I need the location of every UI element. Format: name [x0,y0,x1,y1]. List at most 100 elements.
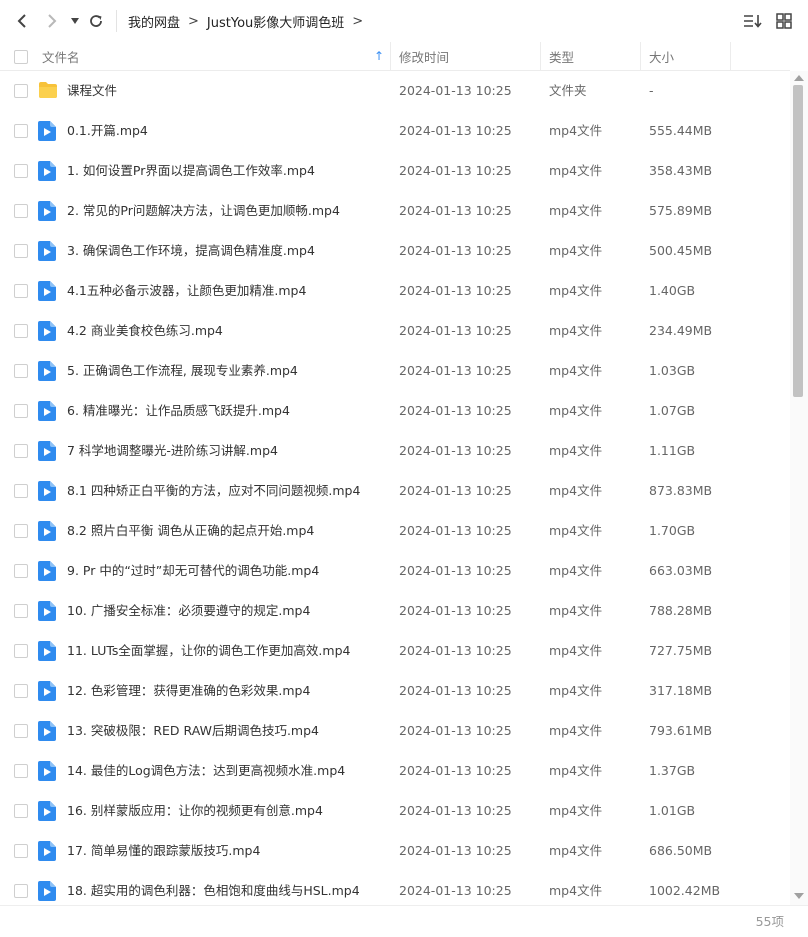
table-row[interactable]: 13. 突破极限：RED RAW后期调色技巧.mp4 2024-01-13 10:… [0,711,790,751]
row-checkbox[interactable] [14,284,28,298]
table-row[interactable]: 14. 最佳的Log调色方法：达到更高视频水准.mp4 2024-01-13 10… [0,751,790,791]
file-type: mp4文件 [549,163,603,178]
sort-view-button[interactable] [742,11,764,31]
table-row[interactable]: 4.1五种必备示波器，让颜色更加精准.mp4 2024-01-13 10:25 mp… [0,271,790,311]
row-checkbox[interactable] [14,364,28,378]
file-name[interactable]: 3. 确保调色工作环境，提高调色精准度.mp4 [67,231,315,271]
forward-button[interactable] [42,10,62,32]
table-row[interactable]: 6. 精准曝光：让作品质感飞跃提升.mp4 2024-01-13 10:25 mp4… [0,391,790,431]
column-name[interactable]: 文件名 ↑ [0,42,391,71]
grid-icon [776,13,792,29]
table-row[interactable]: 11. LUTs全面掌握，让你的调色工作更加高效.mp4 2024-01-13 1… [0,631,790,671]
file-name[interactable]: 2. 常见的Pr问题解决方法，让调色更加顺畅.mp4 [67,191,340,231]
file-name[interactable]: 4.1五种必备示波器，让颜色更加精准.mp4 [67,271,306,311]
table-row[interactable]: 8.1 四种矫正白平衡的方法，应对不同问题视频.mp4 2024-01-13 10… [0,471,790,511]
file-name[interactable]: 16. 别样蒙版应用：让你的视频更有创意.mp4 [67,791,323,831]
row-checkbox[interactable] [14,444,28,458]
table-row[interactable]: 18. 超实用的调色利器：色相饱和度曲线与HSL.mp4 2024-01-13 1… [0,871,790,905]
table-row[interactable]: 3. 确保调色工作环境，提高调色精准度.mp4 2024-01-13 10:25 m… [0,231,790,271]
scrollbar-thumb[interactable] [793,85,803,397]
file-size: 1.01GB [649,803,696,818]
row-checkbox[interactable] [14,524,28,538]
modified-time: 2024-01-13 10:25 [399,123,512,138]
scroll-down-arrow-icon[interactable] [794,893,804,899]
table-row[interactable]: 16. 别样蒙版应用：让你的视频更有创意.mp4 2024-01-13 10:25… [0,791,790,831]
row-checkbox[interactable] [14,684,28,698]
file-name[interactable]: 14. 最佳的Log调色方法：达到更高视频水准.mp4 [67,751,345,791]
breadcrumb-item-root[interactable]: 我的网盘 [128,12,180,31]
file-name[interactable]: 8.2 照片白平衡 调色从正确的起点开始.mp4 [67,511,314,551]
row-checkbox[interactable] [14,884,28,898]
file-name[interactable]: 9. Pr 中的“过时”却无可替代的调色功能.mp4 [67,551,319,591]
row-checkbox[interactable] [14,764,28,778]
video-file-icon [38,841,56,861]
file-size: 873.83MB [649,483,713,498]
file-name[interactable]: 18. 超实用的调色利器：色相饱和度曲线与HSL.mp4 [67,871,360,905]
file-name[interactable]: 10. 广播安全标准：必须要遵守的规定.mp4 [67,591,310,631]
table-row[interactable]: 7 科学地调整曝光-进阶练习讲解.mp4 2024-01-13 10:25 mp4文… [0,431,790,471]
file-size: 1.11GB [649,443,696,458]
table-row[interactable]: 8.2 照片白平衡 调色从正确的起点开始.mp4 2024-01-13 10:25… [0,511,790,551]
file-size: 358.43MB [649,163,713,178]
row-checkbox[interactable] [14,564,28,578]
row-checkbox[interactable] [14,324,28,338]
row-checkbox[interactable] [14,404,28,418]
file-name[interactable]: 1. 如何设置Pr界面以提高调色工作效率.mp4 [67,151,315,191]
vertical-scrollbar[interactable] [790,71,808,905]
file-type: mp4文件 [549,803,603,818]
column-type[interactable]: 类型 [541,42,641,71]
row-checkbox[interactable] [14,124,28,138]
column-modified-time[interactable]: 修改时间 [391,42,541,71]
table-row[interactable]: 1. 如何设置Pr界面以提高调色工作效率.mp4 2024-01-13 10:25… [0,151,790,191]
table-row[interactable]: 5. 正确调色工作流程, 展现专业素养.mp4 2024-01-13 10:25 m… [0,351,790,391]
breadcrumb-separator-icon: > [188,13,199,29]
table-row[interactable]: 12. 色彩管理：获得更准确的色彩效果.mp4 2024-01-13 10:25 m… [0,671,790,711]
file-name[interactable]: 7 科学地调整曝光-进阶练习讲解.mp4 [67,431,278,471]
row-checkbox[interactable] [14,724,28,738]
row-checkbox[interactable] [14,244,28,258]
sort-ascending-icon: ↑ [373,49,384,63]
file-size: 575.89MB [649,203,713,218]
modified-time: 2024-01-13 10:25 [399,603,512,618]
file-name[interactable]: 17. 简单易懂的跟踪蒙版技巧.mp4 [67,831,260,871]
scroll-up-arrow-icon[interactable] [794,75,804,81]
file-name[interactable]: 13. 突破极限：RED RAW后期调色技巧.mp4 [67,711,319,751]
back-button[interactable] [12,10,32,32]
row-checkbox[interactable] [14,844,28,858]
table-row[interactable]: 10. 广播安全标准：必须要遵守的规定.mp4 2024-01-13 10:25 m… [0,591,790,631]
file-name[interactable]: 8.1 四种矫正白平衡的方法，应对不同问题视频.mp4 [67,471,360,511]
modified-time: 2024-01-13 10:25 [399,723,512,738]
file-name[interactable]: 4.2 商业美食校色练习.mp4 [67,311,223,351]
table-row[interactable]: 9. Pr 中的“过时”却无可替代的调色功能.mp4 2024-01-13 10:… [0,551,790,591]
column-size[interactable]: 大小 [641,42,731,71]
table-row[interactable]: 2. 常见的Pr问题解决方法，让调色更加顺畅.mp4 2024-01-13 10:… [0,191,790,231]
file-size: 793.61MB [649,723,713,738]
file-name[interactable]: 5. 正确调色工作流程, 展现专业素养.mp4 [67,351,298,391]
video-file-icon [38,441,56,461]
modified-time: 2024-01-13 10:25 [399,443,512,458]
video-file-icon [38,681,56,701]
grid-view-button[interactable] [774,11,794,31]
refresh-button[interactable] [86,10,106,32]
row-checkbox[interactable] [14,484,28,498]
file-size: 234.49MB [649,323,713,338]
table-row[interactable]: 4.2 商业美食校色练习.mp4 2024-01-13 10:25 mp4文件 234… [0,311,790,351]
breadcrumb-item-current[interactable]: JustYou影像大师调色班 [207,12,344,31]
table-row[interactable]: 课程文件 2024-01-13 10:25 文件夹 - [0,71,790,111]
file-name[interactable]: 0.1.开篇.mp4 [67,111,148,151]
table-row[interactable]: 0.1.开篇.mp4 2024-01-13 10:25 mp4文件 555.44MB [0,111,790,151]
file-name[interactable]: 课程文件 [67,71,117,111]
file-type: mp4文件 [549,243,603,258]
history-dropdown-button[interactable] [68,10,82,32]
row-checkbox[interactable] [14,204,28,218]
file-name[interactable]: 11. LUTs全面掌握，让你的调色工作更加高效.mp4 [67,631,350,671]
row-checkbox[interactable] [14,84,28,98]
file-name[interactable]: 12. 色彩管理：获得更准确的色彩效果.mp4 [67,671,310,711]
row-checkbox[interactable] [14,644,28,658]
row-checkbox[interactable] [14,804,28,818]
select-all-checkbox[interactable] [14,50,28,64]
file-name[interactable]: 6. 精准曝光：让作品质感飞跃提升.mp4 [67,391,290,431]
row-checkbox[interactable] [14,604,28,618]
row-checkbox[interactable] [14,164,28,178]
table-row[interactable]: 17. 简单易懂的跟踪蒙版技巧.mp4 2024-01-13 10:25 mp4文件… [0,831,790,871]
